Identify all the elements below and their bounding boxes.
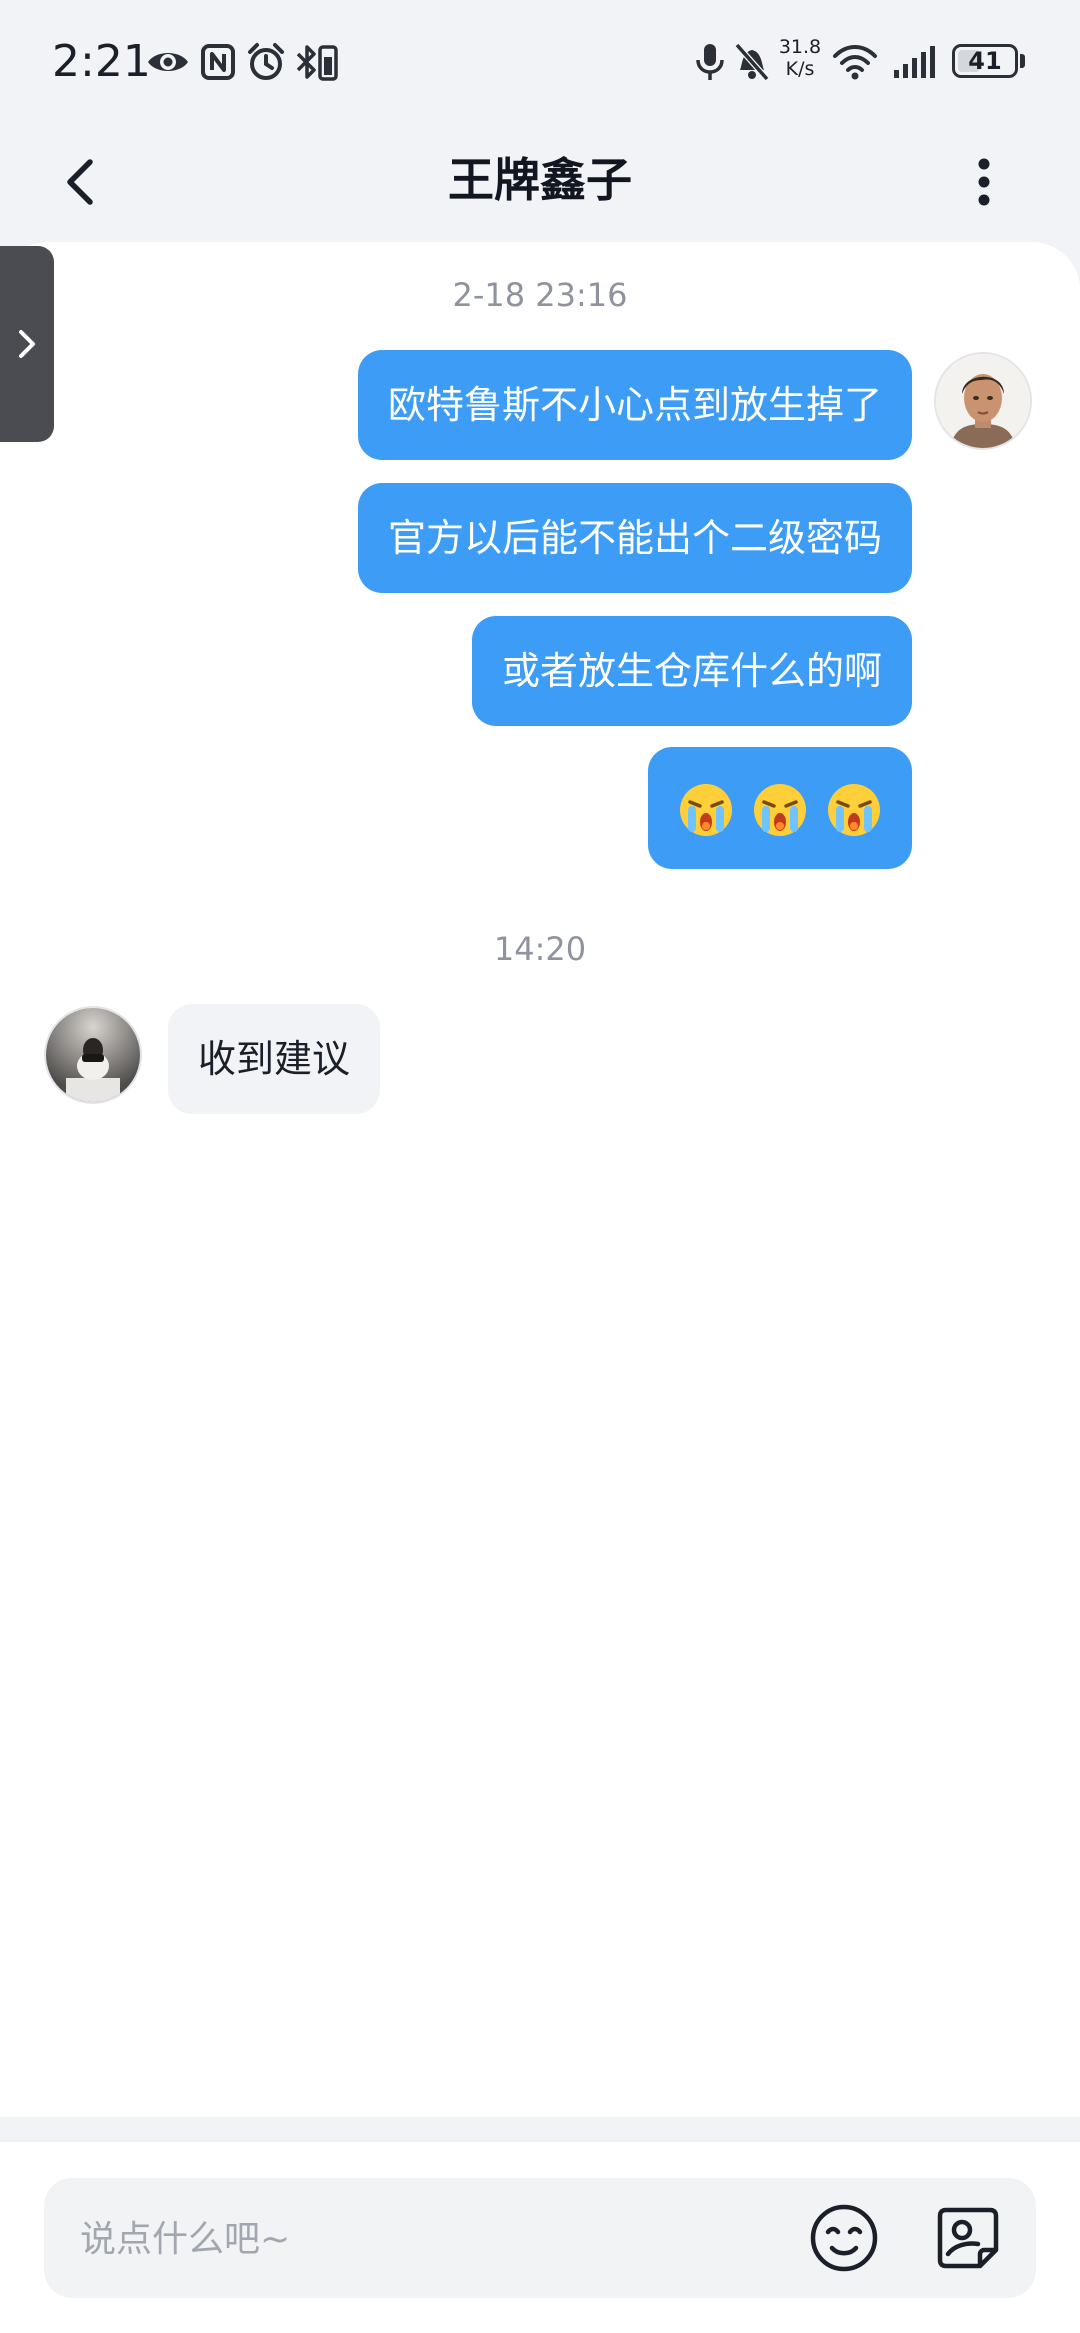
- outgoing-message[interactable]: 官方以后能不能出个二级密码: [357, 483, 912, 593]
- message-input[interactable]: [78, 2178, 822, 2300]
- emoji-button[interactable]: [808, 2202, 880, 2274]
- status-bar: 2:21 31.8 K/s 41: [0, 0, 1080, 120]
- nfc-icon: [201, 44, 235, 80]
- more-vertical-icon: [978, 158, 990, 206]
- wifi-icon: [833, 45, 877, 80]
- avatar-photo: [46, 1008, 140, 1102]
- network-speed: 31.8 K/s: [770, 36, 830, 80]
- my-avatar[interactable]: [934, 352, 1032, 450]
- side-panel-toggle[interactable]: [0, 246, 54, 442]
- status-time: 2:21: [52, 36, 151, 87]
- crying-emoji: [680, 784, 732, 836]
- smiley-icon: [810, 2204, 878, 2272]
- network-speed-unit: K/s: [785, 58, 815, 80]
- back-button[interactable]: [40, 142, 120, 222]
- crying-emoji: [754, 784, 806, 836]
- chat-panel[interactable]: 2-18 23:16 欧特鲁斯不小心点到放生掉了 官方以后能不能出个二级密码 或…: [0, 242, 1080, 2117]
- network-speed-value: 31.8: [778, 36, 822, 58]
- page-title: 王牌鑫子: [448, 153, 632, 207]
- mute-bell-icon: [734, 43, 770, 81]
- battery-tip: [1020, 54, 1025, 68]
- sticker-icon: [937, 2207, 999, 2269]
- contact-avatar[interactable]: [44, 1006, 142, 1104]
- alarm-icon: [248, 43, 284, 80]
- battery-icon: 41: [952, 44, 1018, 78]
- bluetooth-battery-icon: [296, 45, 338, 81]
- incoming-message[interactable]: 收到建议: [168, 1004, 381, 1114]
- eye-icon: [148, 53, 188, 71]
- sticker-button[interactable]: [932, 2202, 1004, 2274]
- more-options-button[interactable]: [948, 142, 1020, 222]
- outgoing-message[interactable]: 或者放生仓库什么的啊: [471, 616, 912, 726]
- avatar-photo: [936, 354, 1030, 448]
- microphone-icon: [696, 44, 724, 80]
- chevron-right-icon: [19, 330, 35, 358]
- cellular-signal-icon: [894, 46, 935, 78]
- timestamp: 14:20: [493, 930, 587, 968]
- message-input-box[interactable]: [44, 2178, 1036, 2300]
- timestamp: 2-18 23:16: [452, 276, 628, 314]
- outgoing-emoji-message[interactable]: [648, 747, 912, 869]
- message-composer: [0, 2140, 1080, 2333]
- chat-header: 王牌鑫子: [0, 120, 1080, 240]
- chevron-left-icon: [67, 159, 93, 205]
- outgoing-message[interactable]: 欧特鲁斯不小心点到放生掉了: [357, 350, 912, 460]
- crying-emoji: [828, 784, 880, 836]
- battery-level: 41: [968, 47, 1002, 75]
